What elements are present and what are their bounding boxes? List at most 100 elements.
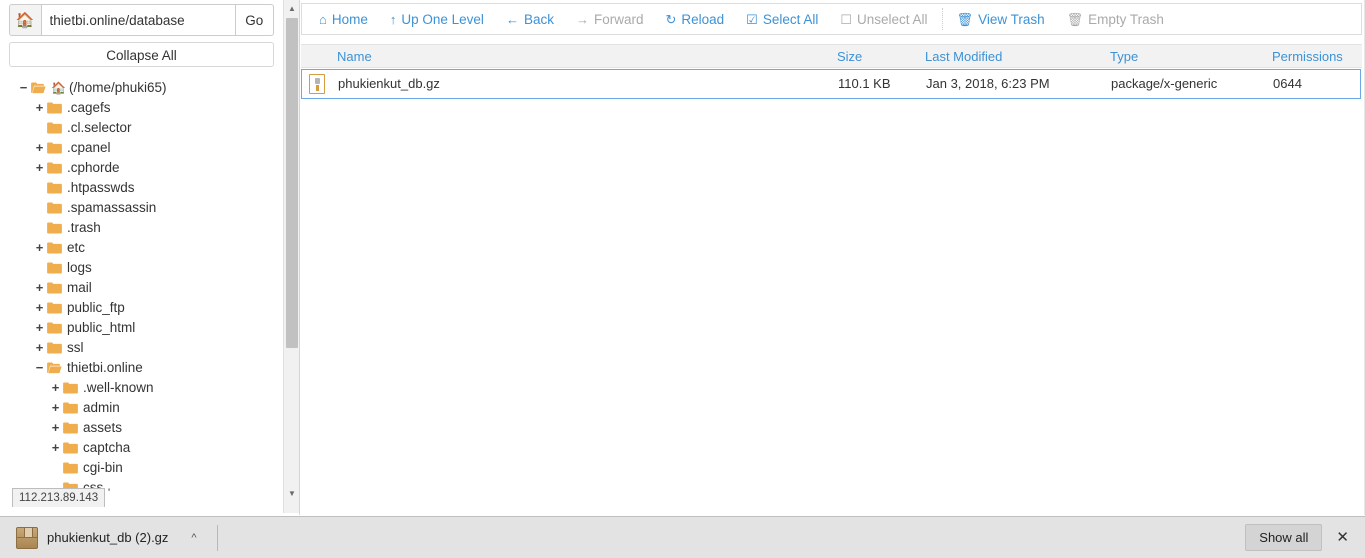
tree-item[interactable]: + .well-known (0, 378, 283, 398)
tree-item-label: ssl (67, 340, 84, 355)
toolbar-button-view-trash[interactable]: 🗑 View Trash (946, 4, 1056, 34)
toolbar-button-up-one-level[interactable]: ↑ Up One Level (379, 4, 495, 34)
tree-item[interactable]: + ssl (0, 338, 283, 358)
status-bar: 112.213.89.143 (12, 488, 106, 507)
folder-icon (47, 302, 62, 314)
directory-tree-panel: 🏠 Go Collapse All −🏠(/home/phuki65)+.cag… (0, 0, 283, 513)
tree-item-label: .well-known (83, 380, 154, 395)
archive-file-icon (309, 74, 325, 94)
expand-icon[interactable]: + (34, 338, 45, 358)
download-bar: phukienkut_db (2).gz ^ Show all ✕ (0, 516, 1365, 558)
toolbar-button-select-all[interactable]: ☑ Select All (735, 4, 829, 34)
tree-item[interactable]: .cl.selector (0, 118, 283, 138)
collapse-icon[interactable]: − (34, 358, 45, 378)
tree-item[interactable]: + .cpanel (0, 138, 283, 158)
chevron-up-icon[interactable]: ^ (185, 528, 202, 548)
folder-icon (63, 442, 78, 454)
cell-last-modified: Jan 3, 2018, 6:23 PM (926, 76, 1050, 91)
folder-icon (47, 342, 62, 354)
tree-item-label: etc (67, 240, 86, 255)
expand-icon[interactable]: + (34, 298, 45, 318)
collapse-all-button[interactable]: Collapse All (9, 42, 274, 67)
tree-item-label: .trash (67, 220, 101, 235)
download-item[interactable]: phukienkut_db (2).gz (16, 526, 168, 549)
tree-item[interactable]: + assets (0, 418, 283, 438)
toolbar-button-label: Back (523, 11, 554, 27)
expand-icon[interactable]: + (34, 98, 45, 118)
table-row[interactable]: phukienkut_db.gz 110.1 KB Jan 3, 2018, 6… (301, 69, 1361, 99)
collapse-icon[interactable]: − (18, 78, 29, 98)
column-header-name[interactable]: Name (337, 45, 372, 69)
tree-item[interactable]: − 🏠 (/home/phuki65) (0, 78, 283, 98)
address-input[interactable] (41, 4, 236, 36)
cell-permissions: 0644 (1273, 76, 1302, 91)
tree-item[interactable]: + captcha (0, 438, 283, 458)
folder-tree: − 🏠 (/home/phuki65) + .cagefs .cl.selector + .c… (0, 76, 283, 501)
tree-item-label: thietbi.online (67, 360, 143, 375)
checkbox-empty-icon: ☐ (840, 11, 852, 27)
refresh-icon: ↻ (665, 11, 677, 27)
browser-viewport: 🏠 Go Collapse All −🏠(/home/phuki65)+.cag… (0, 0, 1365, 515)
toolbar-button-label: Select All (762, 11, 819, 27)
tree-scrollbar[interactable]: ▲ ▼ (283, 0, 299, 513)
tree-item[interactable]: .trash (0, 218, 283, 238)
tree-item-label: public_ftp (67, 300, 125, 315)
expand-icon[interactable]: + (50, 378, 61, 398)
scroll-up-arrow-icon[interactable]: ▲ (284, 0, 300, 16)
expand-icon[interactable]: + (34, 278, 45, 298)
tree-item[interactable]: cgi-bin (0, 458, 283, 478)
tree-item[interactable]: .htpasswds (0, 178, 283, 198)
column-header-last-modified[interactable]: Last Modified (925, 45, 1002, 69)
tree-item-label: admin (83, 400, 120, 415)
tree-item[interactable]: + public_ftp (0, 298, 283, 318)
tree-item[interactable]: logs (0, 258, 283, 278)
tree-item[interactable]: + .cagefs (0, 98, 283, 118)
expand-icon[interactable]: + (34, 238, 45, 258)
trash-icon: 🗑 (1066, 11, 1084, 27)
tree-item[interactable]: + mail (0, 278, 283, 298)
tree-item-label: captcha (83, 440, 131, 455)
folder-icon (47, 282, 62, 294)
tree-item[interactable]: + admin (0, 398, 283, 418)
column-header-size[interactable]: Size (837, 45, 862, 69)
tree-item-label: .spamassassin (67, 200, 157, 215)
toolbar-button-forward: → Forward (565, 4, 655, 34)
folder-icon (47, 262, 62, 274)
tree-item[interactable]: + .cphorde (0, 158, 283, 178)
scrollbar-thumb[interactable] (286, 18, 298, 348)
toolbar-button-home[interactable]: ⌂ Home (308, 4, 379, 34)
close-icon[interactable]: ✕ (1336, 530, 1349, 545)
expand-icon[interactable]: + (34, 138, 45, 158)
tree-item[interactable]: + etc (0, 238, 283, 258)
expand-icon[interactable]: + (50, 418, 61, 438)
file-list-panel: ⌂ Home ↑ Up One Level ← Back → Forward ↻ Reload ☑ S… (301, 0, 1365, 515)
checkbox-checked-icon: ☑ (746, 11, 758, 27)
home-icon-button[interactable]: 🏠 (9, 4, 42, 36)
expand-icon[interactable]: + (50, 398, 61, 418)
tree-item-label: .cphorde (67, 160, 120, 175)
tree-item[interactable]: − thietbi.online (0, 358, 283, 378)
toolbar-button-label: Unselect All (857, 11, 928, 27)
go-button[interactable]: Go (235, 4, 274, 36)
folder-icon (47, 222, 62, 234)
toolbar-button-back[interactable]: ← Back (495, 4, 565, 34)
tree-item[interactable]: + public_html (0, 318, 283, 338)
status-bar-tick: ' (108, 487, 111, 499)
folder-icon (63, 422, 78, 434)
expand-icon[interactable]: + (34, 318, 45, 338)
column-header-permissions[interactable]: Permissions (1272, 45, 1343, 69)
toolbar-button-label: View Trash (978, 11, 1045, 27)
toolbar-button-label: Reload (681, 11, 725, 27)
toolbar-button-reload[interactable]: ↻ Reload (654, 4, 735, 34)
expand-icon[interactable]: + (34, 158, 45, 178)
show-all-button[interactable]: Show all (1245, 524, 1323, 551)
home-icon: ⌂ (319, 11, 327, 27)
folder-icon (63, 462, 78, 474)
expand-icon[interactable]: + (50, 438, 61, 458)
scroll-down-arrow-icon[interactable]: ▼ (284, 485, 300, 501)
folder-icon (47, 102, 62, 114)
tree-item[interactable]: .spamassassin (0, 198, 283, 218)
tree-item-label: .cpanel (67, 140, 111, 155)
column-header-type[interactable]: Type (1110, 45, 1138, 69)
cell-size: 110.1 KB (838, 76, 891, 91)
